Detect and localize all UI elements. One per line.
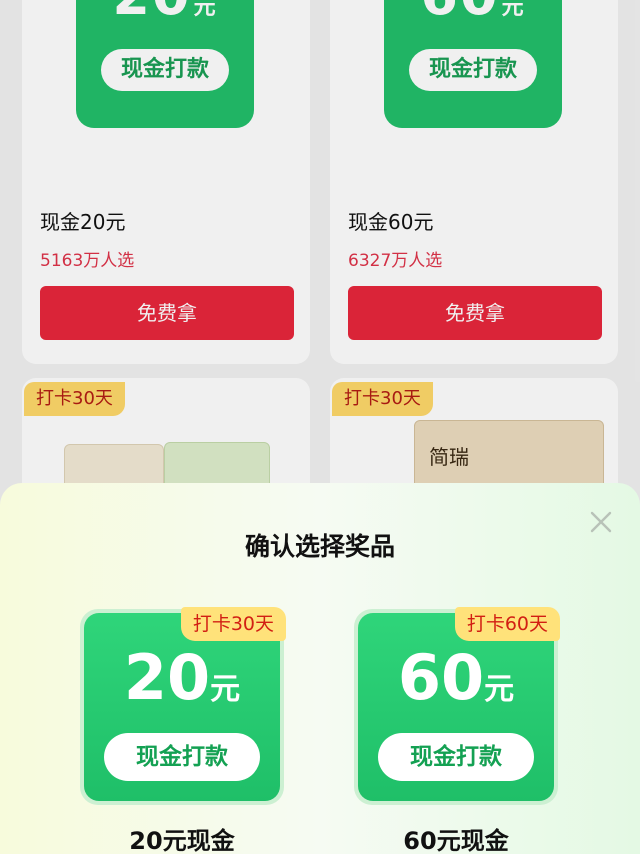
- cash-transfer-pill: 现金打款: [104, 733, 260, 781]
- prize-option-20[interactable]: 20元 现金打款 打卡30天: [80, 607, 286, 805]
- prize-voucher: 60元 现金打款: [358, 613, 554, 801]
- prize-label: 60元现金: [403, 827, 509, 854]
- prize-amount: 60元: [397, 641, 515, 714]
- close-icon[interactable]: [584, 505, 618, 539]
- prize-voucher: 20元 现金打款: [84, 613, 280, 801]
- checkin-days-badge: 打卡60天: [454, 607, 560, 641]
- prize-amount: 20元: [123, 641, 241, 714]
- prize-label: 20元现金: [129, 827, 235, 854]
- cash-transfer-pill: 现金打款: [378, 733, 534, 781]
- prize-option-60[interactable]: 60元 现金打款 打卡60天: [354, 607, 560, 805]
- checkin-days-badge: 打卡30天: [180, 607, 286, 641]
- sheet-title: 确认选择奖品: [244, 532, 395, 561]
- confirm-prize-sheet: 确认选择奖品 20元 现金打款 打卡30天 20元现金 60元 现金打款 打卡6…: [0, 483, 640, 854]
